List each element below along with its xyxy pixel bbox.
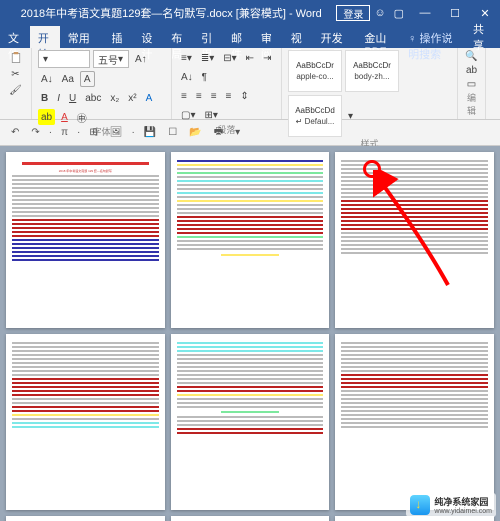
page-thumb-1[interactable]: 2018 年中考语文真题 129 套—名句默写 — [6, 152, 165, 328]
qat-undo-icon[interactable]: ↶ — [8, 125, 22, 141]
align-right-icon[interactable]: ≡ — [208, 88, 220, 104]
page-thumb-5[interactable] — [171, 334, 330, 510]
select-icon[interactable]: ▭ — [464, 77, 479, 91]
document-area[interactable]: 2018 年中考语文真题 129 套—名句默写 — [0, 146, 500, 521]
style-item-1[interactable]: AaBbCcDr apple-co... — [288, 50, 342, 92]
tab-insert[interactable]: 插入 — [104, 26, 134, 48]
qat-new-icon[interactable]: ☐ — [165, 125, 180, 141]
multilevel-icon[interactable]: ⊟▾ — [220, 50, 239, 66]
paste-button[interactable] — [6, 50, 25, 66]
tab-mailings[interactable]: 邮件 — [223, 26, 253, 48]
shrink-font-icon[interactable]: A↓ — [38, 71, 56, 87]
replace-icon[interactable]: ab — [464, 64, 479, 78]
page-thumb-6[interactable] — [335, 334, 494, 510]
styles-more-icon[interactable]: ▾ — [345, 108, 356, 124]
tab-devtools[interactable]: 开发工具 — [313, 26, 357, 48]
login-button[interactable]: 登录 — [336, 5, 370, 21]
borders-icon[interactable]: ⊞▾ — [201, 107, 220, 123]
style-item-2[interactable]: AaBbCcDr body-zh... — [345, 50, 399, 92]
qat-more-icon[interactable]: ▾ — [232, 125, 243, 141]
style-item-3[interactable]: AaBbCcDd ↵ Defaul... — [288, 95, 342, 137]
qat-redo-icon[interactable]: ↷ — [28, 125, 42, 141]
watermark: 纯净系统家园 www.yidaimei.com — [406, 493, 496, 517]
tab-layout[interactable]: 布局 — [163, 26, 193, 48]
page-thumb-2[interactable] — [171, 152, 330, 328]
watermark-line1: 纯净系统家园 — [434, 495, 492, 508]
tab-common[interactable]: 常用命令 — [60, 26, 104, 48]
tab-view[interactable]: 视图 — [283, 26, 313, 48]
qat-open-icon[interactable]: 📂 — [186, 125, 204, 141]
window-title: 2018年中考语文真题129套—名句默写.docx [兼容模式] - Word — [6, 5, 336, 21]
justify-icon[interactable]: ≡ — [223, 88, 235, 104]
font-color-icon[interactable]: A — [58, 109, 71, 125]
align-center-icon[interactable]: ≡ — [193, 88, 205, 104]
enclose-icon[interactable]: ㊥ — [74, 109, 90, 125]
tab-file[interactable]: 文件 — [0, 26, 30, 48]
change-case-icon[interactable]: Aa — [59, 71, 77, 87]
strike-icon[interactable]: abc — [82, 90, 104, 106]
shading-icon[interactable]: ▢▾ — [178, 107, 198, 123]
tab-home[interactable]: 开始 — [30, 26, 60, 48]
group-editing: 编辑 — [464, 91, 479, 119]
find-icon[interactable]: 🔍 — [464, 50, 479, 64]
qat-table-icon[interactable]: ⊞ — [86, 125, 100, 141]
showmarks-icon[interactable]: ¶ — [199, 69, 210, 85]
indent-dec-icon[interactable]: ⇤ — [243, 50, 257, 66]
tab-review[interactable]: 审阅 — [253, 26, 283, 48]
qat-equation-icon[interactable]: π — [58, 125, 71, 141]
cut-icon[interactable]: ✂ — [6, 66, 25, 82]
italic-icon[interactable]: I — [54, 90, 63, 106]
group-clipboard — [6, 117, 25, 119]
format-painter-icon[interactable]: 🖌 — [6, 82, 25, 98]
text-effects-icon[interactable]: A — [143, 90, 156, 106]
title-bar: 2018年中考语文真题129套—名句默写.docx [兼容模式] - Word … — [0, 0, 500, 26]
face-icon[interactable]: ☺ — [374, 7, 385, 20]
tab-design[interactable]: 设计 — [133, 26, 163, 48]
qat-picture-icon[interactable]: 🖼 — [107, 125, 126, 141]
subscript-icon[interactable]: x₂ — [107, 90, 122, 106]
grow-font-icon[interactable]: A↑ — [132, 51, 150, 67]
indent-inc-icon[interactable]: ⇥ — [260, 50, 274, 66]
clear-format-icon[interactable]: A — [80, 71, 95, 87]
font-family-select[interactable]: ▾ — [38, 50, 90, 68]
watermark-logo-icon — [410, 495, 430, 515]
align-left-icon[interactable]: ≡ — [178, 88, 190, 104]
page-thumb-8[interactable] — [171, 516, 330, 521]
bullets-icon[interactable]: ≡▾ — [178, 50, 195, 66]
underline-icon[interactable]: U — [66, 90, 79, 106]
page1-title — [22, 162, 149, 165]
watermark-line2: www.yidaimei.com — [434, 508, 492, 515]
minimize-button[interactable]: — — [410, 0, 440, 26]
line-spacing-icon[interactable]: ⇕ — [237, 88, 251, 104]
tab-wpspdf[interactable]: 金山PDF — [356, 26, 400, 48]
page-thumb-7[interactable] — [6, 516, 165, 521]
ribbon-tabs: 文件 开始 常用命令 插入 设计 布局 引用 邮件 审阅 视图 开发工具 金山P… — [0, 26, 500, 48]
qat-print-icon[interactable]: 🖶 — [211, 125, 226, 141]
page-thumb-3[interactable] — [335, 152, 494, 328]
page-thumb-4[interactable] — [6, 334, 165, 510]
highlight-icon[interactable]: ab — [38, 109, 55, 125]
bold-icon[interactable]: B — [38, 90, 51, 106]
superscript-icon[interactable]: x² — [125, 90, 139, 106]
ribbon: ✂ 🖌 ▾ 五号▾ A↑ A↓ Aa A B I U abc x₂ x² A a… — [0, 48, 500, 120]
qat-save-icon[interactable]: 💾 — [141, 125, 159, 141]
font-size-select[interactable]: 五号▾ — [93, 50, 129, 68]
tell-me[interactable]: ♀ 操作说明搜索 — [400, 26, 465, 48]
numbering-icon[interactable]: ≣▾ — [198, 50, 217, 66]
ribbon-opts-icon[interactable]: ▢ — [394, 7, 404, 20]
tab-references[interactable]: 引用 — [193, 26, 223, 48]
sort-icon[interactable]: A↓ — [178, 69, 196, 85]
